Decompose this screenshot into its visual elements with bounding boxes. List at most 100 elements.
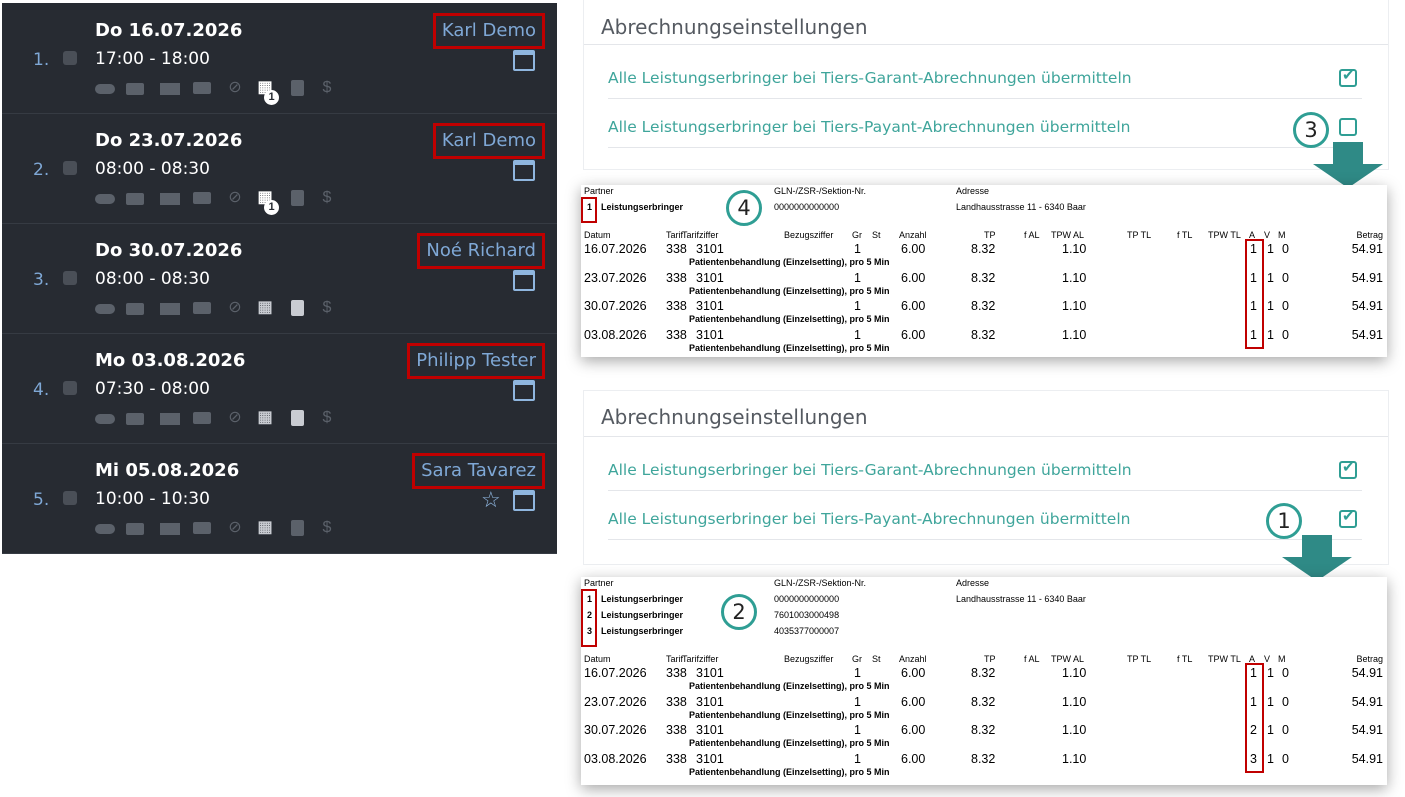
column-header: Datum xyxy=(584,654,611,664)
dollar-icon[interactable]: $ xyxy=(317,189,337,207)
calendar-icon[interactable] xyxy=(513,270,535,291)
row-tarif: 338 xyxy=(666,751,687,766)
row-tp: 8.32 xyxy=(971,723,996,737)
envelope-icon[interactable] xyxy=(160,303,180,315)
column-header: f AL xyxy=(1024,654,1040,664)
row-m: 0 xyxy=(1282,242,1289,256)
divider xyxy=(584,436,1388,437)
printer-icon[interactable] xyxy=(126,523,144,535)
address-header: Adresse xyxy=(956,578,990,588)
calendar-icon[interactable] xyxy=(513,380,535,401)
group-icon[interactable]: ▦ xyxy=(255,299,275,317)
patient-name[interactable]: Noé Richard xyxy=(417,233,545,269)
dollar-icon[interactable]: $ xyxy=(317,79,337,97)
row-m: 0 xyxy=(1282,723,1289,737)
row-gr: 1 xyxy=(854,242,861,256)
chat-icon[interactable] xyxy=(193,522,211,534)
calendar-icon[interactable] xyxy=(513,50,535,71)
cloud-icon[interactable] xyxy=(95,194,115,204)
row-tarifziffer: 3101 xyxy=(696,299,724,313)
dollar-icon[interactable]: $ xyxy=(317,409,337,427)
appointment-checkbox[interactable] xyxy=(63,51,77,65)
blocked-icon[interactable]: ⊘ xyxy=(225,299,245,317)
row-tarifziffer: 3101 xyxy=(696,666,724,680)
dollar-icon[interactable]: $ xyxy=(317,519,337,537)
appointment-number: 2. xyxy=(33,160,50,180)
appointment-checkbox[interactable] xyxy=(63,161,77,175)
printer-icon[interactable] xyxy=(126,413,144,425)
calculator-icon[interactable] xyxy=(291,80,304,96)
appointment-item[interactable]: 2. Do 23.07.2026 08:00 - 08:30 Karl Demo ⊘ ▦ $… xyxy=(2,113,557,224)
patient-name[interactable]: Karl Demo xyxy=(432,123,545,159)
row-m: 0 xyxy=(1282,327,1289,342)
column-header: f AL xyxy=(1024,230,1040,240)
billing-settings-panel-2: Abrechnungseinstellungen Alle Leistungse… xyxy=(583,390,1389,565)
row-anzahl: 6.00 xyxy=(901,751,926,766)
calculator-icon[interactable] xyxy=(291,300,304,316)
row-tpw-al: 1.10 xyxy=(1062,694,1087,709)
envelope-icon[interactable] xyxy=(160,83,180,95)
cloud-icon[interactable] xyxy=(95,524,115,534)
chat-icon[interactable] xyxy=(193,412,211,424)
blocked-icon[interactable]: ⊘ xyxy=(225,79,245,97)
row-v: 1 xyxy=(1267,723,1274,737)
chat-icon[interactable] xyxy=(193,192,211,204)
envelope-icon[interactable] xyxy=(160,413,180,425)
group-icon[interactable]: ▦ xyxy=(255,519,275,537)
cloud-icon[interactable] xyxy=(95,304,115,314)
calculator-icon[interactable] xyxy=(291,520,304,536)
chat-icon[interactable] xyxy=(193,302,211,314)
tiers-payant-checkbox-1[interactable] xyxy=(1339,118,1357,136)
down-arrow-icon xyxy=(1313,142,1383,188)
patient-name[interactable]: Sara Tavarez xyxy=(412,453,545,489)
appointment-time: 08:00 - 08:30 xyxy=(95,159,210,179)
partner-role: Leistungserbringer xyxy=(601,594,684,604)
appointment-item[interactable]: 4. Mo 03.08.2026 07:30 - 08:00 Philipp Test… xyxy=(2,333,557,444)
envelope-icon[interactable] xyxy=(160,523,180,535)
calculator-icon[interactable] xyxy=(291,410,304,426)
row-betrag: 54.91 xyxy=(1351,242,1383,256)
blocked-icon[interactable]: ⊘ xyxy=(225,519,245,537)
column-header: Bezugsziffer xyxy=(784,230,834,240)
chat-icon[interactable] xyxy=(193,82,211,94)
appointment-item[interactable]: 1. Do 16.07.2026 17:00 - 18:00 Karl Demo ⊘ ▦ $… xyxy=(2,3,557,114)
appointment-date: Do 23.07.2026 xyxy=(95,130,243,151)
appointment-checkbox[interactable] xyxy=(63,491,77,505)
row-tarifziffer: 3101 xyxy=(696,270,724,285)
appointment-time: 07:30 - 08:00 xyxy=(95,379,210,399)
tiers-garant-checkbox-1[interactable] xyxy=(1339,66,1357,87)
dollar-icon[interactable]: $ xyxy=(317,299,337,317)
tiers-payant-checkbox-2[interactable] xyxy=(1339,507,1357,528)
blocked-icon[interactable]: ⊘ xyxy=(225,409,245,427)
printer-icon[interactable] xyxy=(126,83,144,95)
calendar-icon[interactable] xyxy=(513,490,535,511)
row-m: 0 xyxy=(1282,694,1289,709)
envelope-icon[interactable] xyxy=(160,193,180,205)
appointment-checkbox[interactable] xyxy=(63,381,77,395)
appointment-date: Mo 03.08.2026 xyxy=(95,350,246,371)
row-date: 23.07.2026 xyxy=(584,270,647,285)
star-icon[interactable]: ☆ xyxy=(481,487,501,513)
row-m: 0 xyxy=(1282,270,1289,285)
cloud-icon[interactable] xyxy=(95,84,115,94)
appointment-item[interactable]: 5. Mi 05.08.2026 10:00 - 10:30 Sara Tavarez… xyxy=(2,443,557,554)
patient-name[interactable]: Philipp Tester xyxy=(407,343,545,379)
column-header: St xyxy=(872,230,881,240)
group-icon[interactable]: ▦ xyxy=(255,409,275,427)
calendar-icon[interactable] xyxy=(513,160,535,181)
row-tp: 8.32 xyxy=(971,242,996,256)
column-header: Gr xyxy=(852,230,862,240)
calculator-icon[interactable] xyxy=(291,190,304,206)
row-betrag: 54.91 xyxy=(1351,723,1383,737)
row-gr: 1 xyxy=(854,666,861,680)
row-betrag: 54.91 xyxy=(1351,270,1383,285)
printer-icon[interactable] xyxy=(126,193,144,205)
blocked-icon[interactable]: ⊘ xyxy=(225,189,245,207)
appointment-checkbox[interactable] xyxy=(63,271,77,285)
tiers-garant-checkbox-2[interactable] xyxy=(1339,458,1357,479)
appointment-item[interactable]: 3. Do 30.07.2026 08:00 - 08:30 Noé Richard ⊘… xyxy=(2,223,557,334)
patient-name[interactable]: Karl Demo xyxy=(432,13,545,49)
printer-icon[interactable] xyxy=(126,303,144,315)
divider xyxy=(608,98,1362,99)
cloud-icon[interactable] xyxy=(95,414,115,424)
